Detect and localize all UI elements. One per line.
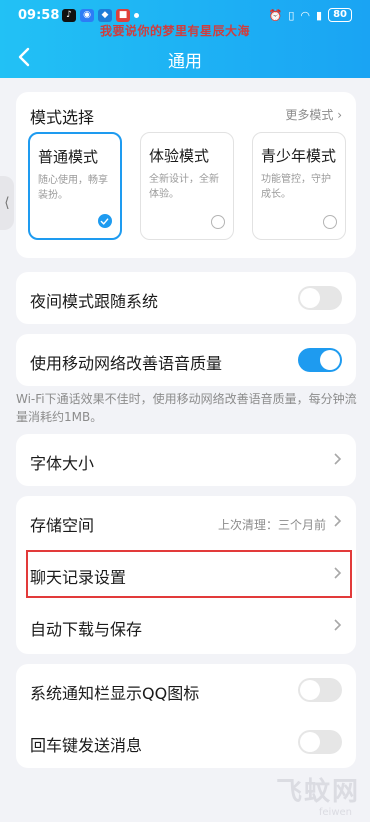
- auto-download-label: 自动下载与保存: [30, 620, 143, 639]
- header-bar: 09:58 ♪ ◉ ◆ ■ ⏰ ▯ ◠ ▮ 80 我要说你的梦里有星辰大海 通用: [0, 0, 370, 78]
- qq-icon-label: 系统通知栏显示QQ图标: [30, 684, 200, 703]
- mode-desc: 随心使用，畅享装扮。: [38, 175, 108, 201]
- mode-name: 普通模式: [38, 148, 99, 166]
- news-icon: ■: [116, 9, 130, 22]
- mode-desc: 功能管控，守护成长。: [261, 174, 331, 200]
- chevron-right-icon: [334, 619, 342, 631]
- night-mode-label: 夜间模式跟随系统: [30, 292, 159, 311]
- page-title: 通用: [168, 52, 202, 72]
- storage-value: 上次清理：三个月前: [217, 518, 326, 532]
- mode-tile-normal[interactable]: 普通模式 随心使用，畅享装扮。: [28, 132, 122, 240]
- overlay-caption: 我要说你的梦里有星辰大海: [100, 24, 251, 38]
- radio-unchecked-icon[interactable]: [323, 215, 337, 229]
- app-icon: ◆: [98, 9, 112, 22]
- enter-send-row[interactable]: 回车键发送消息: [16, 716, 356, 768]
- chevron-right-icon: [334, 515, 342, 527]
- font-size-card: 字体大小: [16, 434, 356, 486]
- night-mode-toggle[interactable]: [298, 286, 342, 310]
- radio-unchecked-icon[interactable]: [211, 215, 225, 229]
- mode-desc: 全新设计，全新体验。: [149, 174, 219, 200]
- font-size-label: 字体大小: [30, 454, 95, 473]
- watermark: 飞蚊网: [275, 777, 360, 807]
- mode-name: 体验模式: [149, 147, 210, 165]
- mode-card: 模式选择 更多模式 › 普通模式 随心使用，畅享装扮。 体验模式 全新设计，全新…: [16, 92, 356, 258]
- storage-row[interactable]: 存储空间 上次清理：三个月前: [16, 496, 356, 548]
- alarm-icon: ⏰: [268, 8, 283, 22]
- enter-send-label: 回车键发送消息: [30, 736, 143, 755]
- wifi-icon: ◠: [300, 8, 311, 22]
- vibrate-icon: ▯: [288, 8, 295, 22]
- status-right: ⏰ ▯ ◠ ▮ 80: [269, 8, 352, 22]
- mobile-voice-card: 使用移动网络改善语音质量: [16, 334, 356, 386]
- qq-icon-toggle[interactable]: [298, 678, 342, 702]
- mobile-voice-row[interactable]: 使用移动网络改善语音质量: [16, 334, 356, 386]
- night-mode-card: 夜间模式跟随系统: [16, 272, 356, 324]
- night-mode-row[interactable]: 夜间模式跟随系统: [16, 272, 356, 324]
- app-icon: ◉: [80, 9, 94, 22]
- chevron-left-icon: ⟨: [4, 195, 10, 211]
- qq-icon-row[interactable]: 系统通知栏显示QQ图标: [16, 664, 356, 716]
- watermark-sub: feiwen: [318, 807, 352, 818]
- battery-icon: 80: [328, 8, 352, 22]
- mode-name: 青少年模式: [261, 147, 337, 165]
- mobile-voice-label: 使用移动网络改善语音质量: [30, 354, 223, 373]
- mobile-voice-note: Wi-Fi下通话效果不佳时，使用移动网络改善语音质量，每分钟流量消耗约1MB。: [16, 392, 357, 424]
- enter-send-toggle[interactable]: [298, 730, 342, 754]
- status-app-icons: ♪ ◉ ◆ ■: [62, 9, 139, 22]
- more-modes-link[interactable]: 更多模式 ›: [285, 106, 342, 123]
- chevron-right-icon: [334, 453, 342, 465]
- signal-icon: ▮: [316, 8, 323, 22]
- mode-tile-experience[interactable]: 体验模式 全新设计，全新体验。: [140, 132, 234, 240]
- highlight-box: [26, 550, 352, 598]
- notification-card: 系统通知栏显示QQ图标 回车键发送消息: [16, 664, 356, 768]
- mobile-voice-toggle[interactable]: [298, 348, 342, 372]
- mode-tile-teen[interactable]: 青少年模式 功能管控，守护成长。: [252, 132, 346, 240]
- status-time: 09:58: [18, 8, 60, 23]
- auto-download-row[interactable]: 自动下载与保存: [16, 600, 356, 652]
- tiktok-icon: ♪: [62, 9, 76, 22]
- side-drawer-handle[interactable]: ⟨: [0, 176, 14, 230]
- mode-section-title: 模式选择: [30, 108, 95, 127]
- storage-label: 存储空间: [30, 516, 95, 535]
- font-size-row[interactable]: 字体大小: [16, 434, 356, 486]
- radio-checked-icon[interactable]: [98, 214, 112, 228]
- notification-dot-icon: [134, 13, 139, 18]
